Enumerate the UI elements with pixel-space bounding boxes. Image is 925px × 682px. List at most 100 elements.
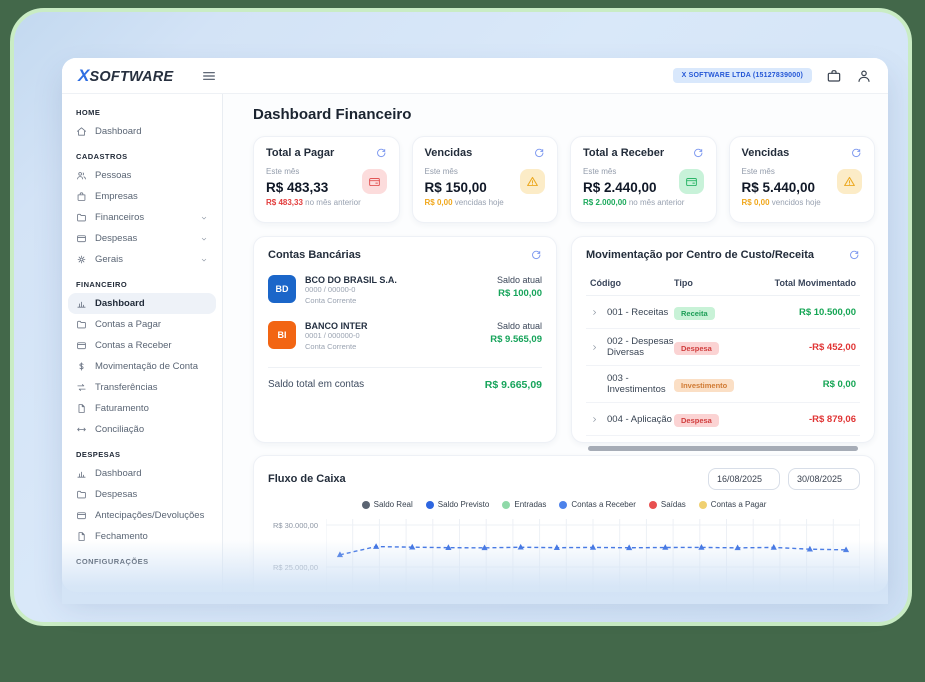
briefcase-icon[interactable]	[826, 68, 842, 84]
legend-dot	[426, 501, 434, 509]
sidebar-item-antecipacoes-devolucoes[interactable]: Antecipações/Devoluções	[62, 505, 222, 526]
chevron-right-icon[interactable]	[590, 415, 599, 424]
app-window: XSOFTWARE X SOFTWARE LTDA (15127839000) …	[62, 58, 888, 592]
user-icon[interactable]	[856, 68, 872, 84]
cash-flow-title: Fluxo de Caixa	[268, 473, 346, 485]
refresh-icon[interactable]	[530, 249, 542, 261]
chevron-right-icon[interactable]	[590, 343, 599, 352]
table-row[interactable]: 001 - Receitas Receita R$ 10.500,00	[586, 296, 860, 329]
sidebar-item-despesas-cadastro[interactable]: Despesas	[62, 228, 222, 249]
sidebar-item-dashboard-despesas[interactable]: Dashboard	[62, 463, 222, 484]
sidebar-item-faturamento[interactable]: Faturamento	[62, 398, 222, 419]
sidebar-section-financeiro: FINANCEIRO	[62, 270, 222, 293]
kpi-card-vencidas-receber: Vencidas Este mês R$ 5.440,00 R$ 0,00 ve…	[729, 136, 876, 223]
line-chart	[326, 515, 860, 592]
balance-label: Saldo atual	[490, 321, 542, 331]
sidebar-section-cadastros: CADASTROS	[62, 142, 222, 165]
kpi-subtext: R$ 0,00 vencidos hoje	[742, 198, 863, 207]
kpi-subtext: R$ 483,33 no mês anterior	[266, 198, 387, 207]
people-icon	[76, 170, 87, 181]
row-total: R$ 0,00	[752, 379, 856, 390]
bank-account-number: 0000 / 00000-0	[305, 285, 397, 296]
type-badge: Despesa	[674, 414, 719, 427]
legend-dot	[502, 501, 510, 509]
cost-center-card: Movimentação por Centro de Custo/Receita…	[571, 236, 875, 443]
sidebar-item-despesas[interactable]: Despesas	[62, 484, 222, 505]
legend-dot	[649, 501, 657, 509]
sidebar-item-contas-a-pagar[interactable]: Contas a Pagar	[62, 314, 222, 335]
total-balance-value: R$ 9.665,09	[485, 379, 542, 391]
bank-account-row[interactable]: BI BANCO INTER 0001 / 000000-0 Conta Cor…	[268, 321, 542, 353]
company-badge[interactable]: X SOFTWARE LTDA (15127839000)	[673, 68, 812, 83]
sidebar-item-dashboard-home[interactable]: Dashboard	[62, 121, 222, 142]
sidebar-section-configuracoes: CONFIGURAÇÕES	[62, 547, 222, 570]
warning-icon	[837, 169, 862, 194]
sidebar-item-gerais[interactable]: Gerais	[62, 249, 222, 270]
refresh-icon[interactable]	[850, 147, 862, 159]
folder-icon	[76, 489, 87, 500]
refresh-icon[interactable]	[692, 147, 704, 159]
kpi-row: Total a Pagar Este mês R$ 483,33 R$ 483,…	[253, 136, 875, 223]
bank-name: BANCO INTER	[305, 321, 368, 331]
middle-row: Contas Bancárias BD BCO DO BRASIL S.A. 0…	[253, 236, 875, 443]
sidebar-item-conciliacao[interactable]: Conciliação	[62, 419, 222, 440]
row-total: R$ 10.500,00	[752, 307, 856, 318]
sidebar-section-home: HOME	[62, 98, 222, 121]
home-icon	[76, 126, 87, 137]
balance-label: Saldo atual	[497, 275, 542, 285]
page-title: Dashboard Financeiro	[253, 106, 875, 123]
warning-icon	[520, 169, 545, 194]
bank-accounts-title: Contas Bancárias	[268, 249, 361, 261]
card-icon	[76, 510, 87, 521]
table-row[interactable]: 003 - Investimentos Investimento R$ 0,00	[586, 366, 860, 403]
date-from-input[interactable]	[708, 468, 780, 490]
sidebar-item-fechamento[interactable]: Fechamento	[62, 526, 222, 547]
total-balance-row: Saldo total em contas R$ 9.665,09	[268, 367, 542, 391]
body-row: HOME Dashboard CADASTROS Pessoas Empresa…	[62, 94, 888, 592]
refresh-icon[interactable]	[375, 147, 387, 159]
bank-account-number: 0001 / 000000-0	[305, 331, 368, 342]
menu-icon[interactable]	[201, 68, 217, 84]
dollar-icon	[76, 361, 87, 372]
top-bar: XSOFTWARE X SOFTWARE LTDA (15127839000)	[62, 58, 888, 94]
bar-chart-icon	[76, 468, 87, 479]
chevron-right-icon[interactable]	[590, 308, 599, 317]
balance-value: R$ 100,00	[497, 288, 542, 299]
refresh-icon[interactable]	[533, 147, 545, 159]
sidebar-item-pessoas[interactable]: Pessoas	[62, 165, 222, 186]
folder-icon	[76, 212, 87, 223]
sidebar-item-contas-a-receber[interactable]: Contas a Receber	[62, 335, 222, 356]
cash-flow-card: Fluxo de Caixa Saldo Real Saldo Previsto…	[253, 455, 875, 592]
bank-badge: BD	[268, 275, 296, 303]
balance-value: R$ 9.565,09	[490, 334, 542, 345]
legend-dot	[559, 501, 567, 509]
sidebar-item-financeiros[interactable]: Financeiros	[62, 207, 222, 228]
sidebar: HOME Dashboard CADASTROS Pessoas Empresa…	[62, 94, 223, 592]
sidebar-item-dashboard-financeiro[interactable]: Dashboard	[68, 293, 216, 314]
horizontal-scrollbar[interactable]	[588, 446, 858, 451]
bank-account-row[interactable]: BD BCO DO BRASIL S.A. 0000 / 00000-0 Con…	[268, 275, 542, 307]
kpi-subtext: R$ 2.000,00 no mês anterior	[583, 198, 704, 207]
type-badge: Despesa	[674, 342, 719, 355]
top-bar-right: X SOFTWARE LTDA (15127839000)	[673, 68, 872, 84]
arrows-horizontal-icon	[76, 424, 87, 435]
app-logo: XSOFTWARE	[78, 66, 173, 86]
kpi-card-vencidas-pagar: Vencidas Este mês R$ 150,00 R$ 0,00 venc…	[412, 136, 559, 223]
refresh-icon[interactable]	[848, 249, 860, 261]
sidebar-section-despesas: DESPESAS	[62, 440, 222, 463]
document-icon	[76, 403, 87, 414]
bank-name: BCO DO BRASIL S.A.	[305, 275, 397, 285]
y-axis-labels: R$ 30.000,00R$ 25.000,00R$ 20.000,00	[268, 515, 326, 592]
total-balance-label: Saldo total em contas	[268, 379, 364, 390]
sidebar-item-empresas[interactable]: Empresas	[62, 186, 222, 207]
sidebar-item-transferencias[interactable]: Transferências	[62, 377, 222, 398]
chevron-down-icon	[200, 214, 208, 222]
chevron-down-icon	[200, 235, 208, 243]
date-to-input[interactable]	[788, 468, 860, 490]
type-badge: Investimento	[674, 379, 734, 392]
table-row[interactable]: 004 - Aplicação Despesa -R$ 879,06	[586, 403, 860, 436]
table-row[interactable]: 002 - Despesas Diversas Despesa -R$ 452,…	[586, 329, 860, 366]
sidebar-item-movimentacao-de-conta[interactable]: Movimentação de Conta	[62, 356, 222, 377]
cost-center-title: Movimentação por Centro de Custo/Receita	[586, 249, 814, 261]
logo-x: X	[78, 66, 90, 85]
